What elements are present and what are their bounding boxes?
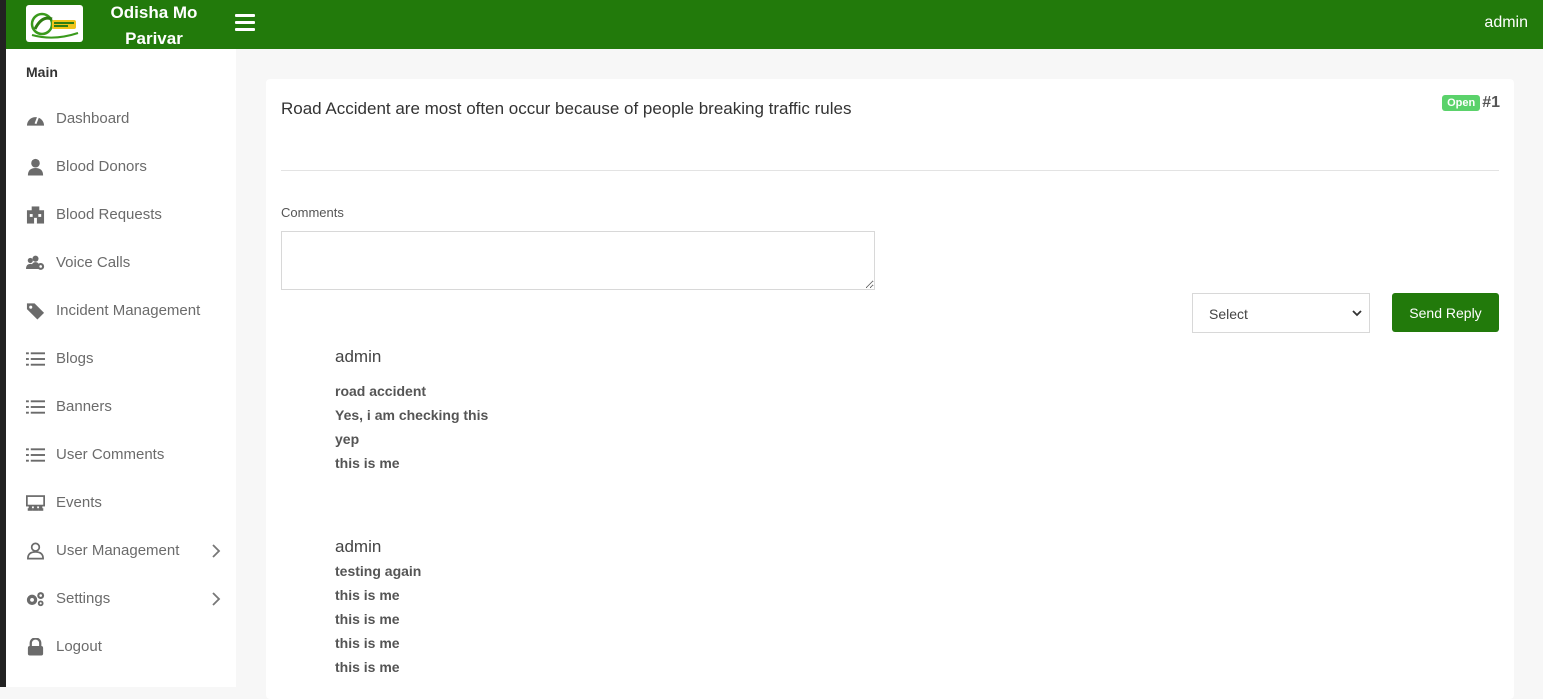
reply-line: this is me xyxy=(335,635,400,651)
list-icon xyxy=(26,400,45,414)
sidebar-item-label: Events xyxy=(56,494,102,511)
ticket-card: Road Accident are most often occur becau… xyxy=(266,79,1514,699)
sidebar-item-voice-calls[interactable]: Voice Calls xyxy=(6,243,236,283)
divider xyxy=(281,170,1499,171)
sidebar-item-label: Blood Donors xyxy=(56,158,147,175)
lock-icon xyxy=(27,638,44,656)
sidebar: Main Dashboard Blood Donors Blood Reques… xyxy=(6,49,236,687)
sidebar-item-label: Dashboard xyxy=(56,110,130,127)
reply-author: admin xyxy=(335,347,382,366)
reply-item: admin road accident Yes, i am checking t… xyxy=(335,347,488,475)
top-navbar: Odisha Mo Parivar admin xyxy=(6,0,1543,49)
sidebar-item-user-comments[interactable]: User Comments xyxy=(6,435,236,475)
sidebar-item-label: Voice Calls xyxy=(56,254,131,271)
status-select-value: Select xyxy=(1209,306,1248,322)
sidebar-item-label: Incident Management xyxy=(56,302,201,319)
menu-toggle-icon[interactable] xyxy=(235,14,255,32)
sidebar-item-label: User Management xyxy=(56,542,180,559)
reply-line: road accident xyxy=(335,383,427,399)
sidebar-item-label: Banners xyxy=(56,398,112,415)
sidebar-item-logout[interactable]: Logout xyxy=(6,627,236,667)
users-cog-icon xyxy=(26,255,45,270)
reply-line: testing again xyxy=(335,563,422,579)
list-icon xyxy=(26,448,45,462)
ticket-title: Road Accident are most often occur becau… xyxy=(281,99,852,118)
tag-icon xyxy=(26,303,45,320)
reply-line: Yes, i am checking this xyxy=(335,407,489,423)
sidebar-item-dashboard[interactable]: Dashboard xyxy=(6,99,236,139)
chevron-right-icon xyxy=(212,544,221,558)
sidebar-item-blood-donors[interactable]: Blood Donors xyxy=(6,147,236,187)
user-outline-icon xyxy=(27,542,44,560)
sidebar-heading: Main xyxy=(26,64,58,80)
reply-line: this is me xyxy=(335,659,400,675)
reply-author: admin xyxy=(335,537,382,556)
gauge-icon xyxy=(26,115,45,126)
reply-line: this is me xyxy=(335,611,400,627)
reply-item: admin testing again this is me this is m… xyxy=(335,537,421,679)
sidebar-item-label: Blogs xyxy=(56,350,94,367)
status-select[interactable]: Select xyxy=(1192,293,1370,333)
app-logo[interactable] xyxy=(26,5,83,42)
reply-line: yep xyxy=(335,431,360,447)
comments-label: Comments xyxy=(281,205,344,220)
sidebar-item-user-management[interactable]: User Management xyxy=(6,531,236,571)
user-menu[interactable]: admin xyxy=(1484,14,1528,32)
sidebar-item-banners[interactable]: Banners xyxy=(6,387,236,427)
ticket-number: #1 xyxy=(1482,94,1500,111)
hospital-icon xyxy=(26,206,45,224)
status-badge: Open xyxy=(1442,95,1481,111)
chalkboard-icon xyxy=(26,495,45,511)
sidebar-item-label: Blood Requests xyxy=(56,206,162,223)
sidebar-item-events[interactable]: Events xyxy=(6,483,236,523)
sidebar-item-label: Logout xyxy=(56,638,102,655)
sidebar-item-label: User Comments xyxy=(56,446,165,463)
reply-line: this is me xyxy=(335,587,400,603)
sidebar-item-blogs[interactable]: Blogs xyxy=(6,339,236,379)
gears-icon xyxy=(26,592,45,607)
send-reply-button[interactable]: Send Reply xyxy=(1392,293,1499,332)
sidebar-item-label: Settings xyxy=(56,590,111,607)
chevron-down-icon xyxy=(1352,310,1362,317)
list-icon xyxy=(26,352,45,366)
sidebar-item-settings[interactable]: Settings xyxy=(6,579,236,619)
ticket-status-group: Open #1 xyxy=(1442,94,1500,112)
reply-line: this is me xyxy=(335,455,400,471)
sidebar-item-incident-management[interactable]: Incident Management xyxy=(6,291,236,331)
comments-textarea[interactable] xyxy=(281,231,875,290)
app-title: Odisha Mo Parivar xyxy=(110,3,198,48)
sidebar-item-blood-requests[interactable]: Blood Requests xyxy=(6,195,236,235)
user-icon xyxy=(27,158,44,176)
chevron-right-icon xyxy=(212,592,221,606)
